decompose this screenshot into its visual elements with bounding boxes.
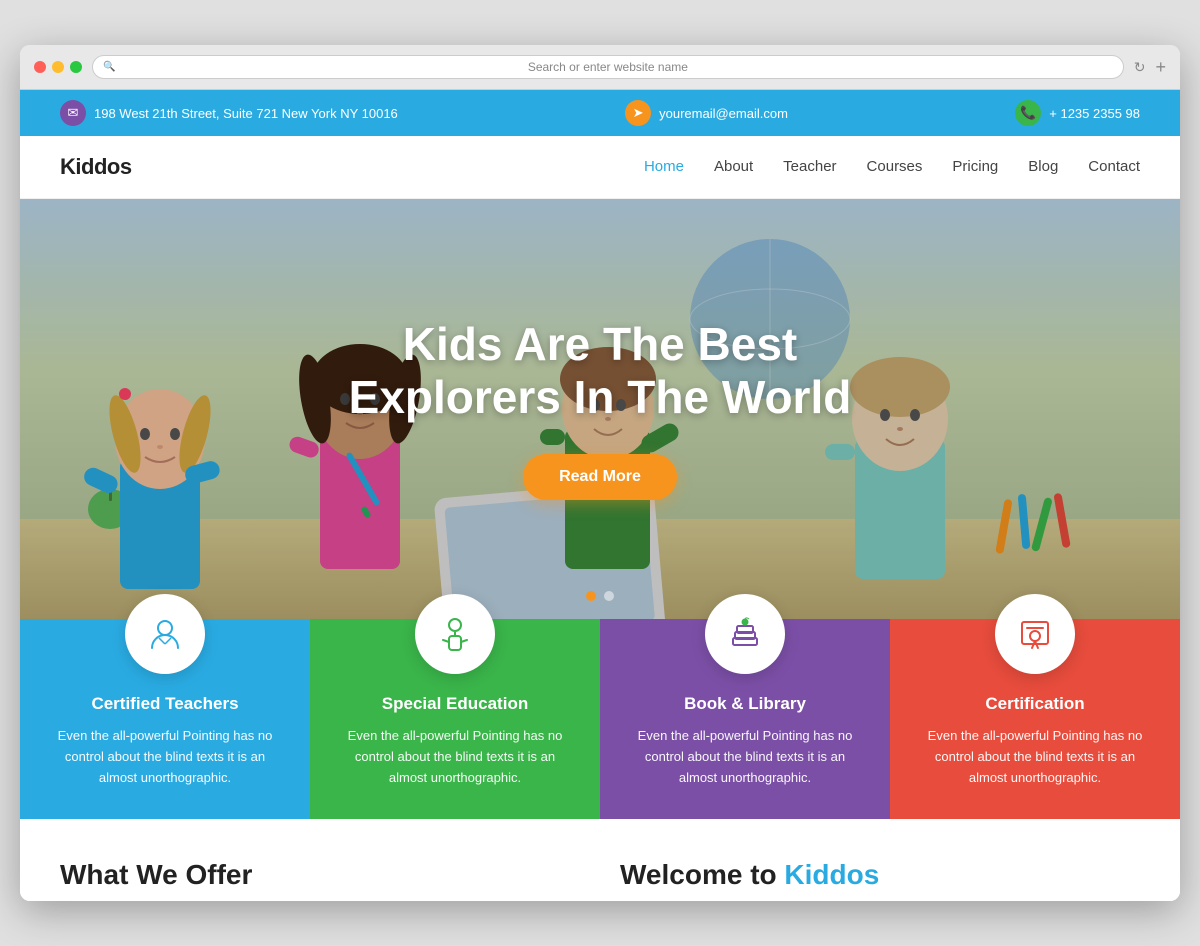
teacher-icon [145,614,185,654]
what-we-offer-heading: What We Offer [60,859,580,891]
special-education-desc: Even the all-powerful Pointing has no co… [334,726,576,788]
nav-item-courses[interactable]: Courses [867,158,923,176]
what-we-offer-section: What We Offer [60,859,580,891]
hero-content: Kids Are The Best Explorers In The World… [329,298,872,520]
topbar-email: youremail@email.com [659,106,788,121]
nav-link-teacher[interactable]: Teacher [783,158,836,175]
browser-dots [34,61,82,73]
nav-item-pricing[interactable]: Pricing [952,158,998,176]
address-bar[interactable]: Search or enter website name [92,55,1124,79]
navbar: Kiddos Home About Teacher Courses Pricin… [20,136,1180,199]
address-icon: ✉ [60,100,86,126]
topbar: ✉ 198 West 21th Street, Suite 721 New Yo… [20,90,1180,136]
certified-teachers-title: Certified Teachers [44,694,286,714]
certification-title: Certification [914,694,1156,714]
nav-link-pricing[interactable]: Pricing [952,158,998,175]
browser-titlebar: Search or enter website name ↻ + [20,45,1180,90]
close-dot[interactable] [34,61,46,73]
features-section: Certified Teachers Even the all-powerful… [20,619,1180,818]
welcome-brand: Kiddos [784,859,879,890]
welcome-section: Welcome to Kiddos [620,859,1140,891]
feature-card-book-library: Book & Library Even the all-powerful Poi… [600,619,890,818]
certified-teachers-icon-circle [125,594,205,674]
nav-link-blog[interactable]: Blog [1028,158,1058,175]
nav-link-about[interactable]: About [714,158,753,175]
certification-desc: Even the all-powerful Pointing has no co… [914,726,1156,788]
address-bar-text: Search or enter website name [528,60,688,74]
feature-card-certified-teachers: Certified Teachers Even the all-powerful… [20,619,310,818]
email-icon: ➤ [625,100,651,126]
book-library-desc: Even the all-powerful Pointing has no co… [624,726,866,788]
welcome-heading: Welcome to Kiddos [620,859,1140,891]
certification-icon-circle [995,594,1075,674]
nav-item-contact[interactable]: Contact [1088,158,1140,176]
nav-item-home[interactable]: Home [644,158,684,176]
topbar-phone-item: 📞 + 1235 2355 98 [1015,100,1140,126]
book-library-icon-circle [705,594,785,674]
hero-section: Kids Are The Best Explorers In The World… [20,199,1180,619]
topbar-phone: + 1235 2355 98 [1049,106,1140,121]
hero-dots [586,591,614,601]
maximize-dot[interactable] [70,61,82,73]
student-icon [435,614,475,654]
site-logo[interactable]: Kiddos [60,154,132,180]
nav-item-teacher[interactable]: Teacher [783,158,836,176]
nav-link-contact[interactable]: Contact [1088,158,1140,175]
special-education-icon-circle [415,594,495,674]
hero-title-line2: Explorers In The World [349,371,852,423]
phone-icon: 📞 [1015,100,1041,126]
refresh-button[interactable]: ↻ [1134,59,1146,76]
website-content: ✉ 198 West 21th Street, Suite 721 New Yo… [20,90,1180,900]
hero-title-line1: Kids Are The Best [403,318,798,370]
feature-card-certification: Certification Even the all-powerful Poin… [890,619,1180,818]
hero-dot-1[interactable] [586,591,596,601]
books-icon [725,614,765,654]
nav-links: Home About Teacher Courses Pricing Blog … [644,158,1140,176]
special-education-title: Special Education [334,694,576,714]
browser-window: Search or enter website name ↻ + ✉ 198 W… [20,45,1180,900]
hero-read-more-button[interactable]: Read More [523,454,677,500]
nav-link-home[interactable]: Home [644,158,684,175]
certificate-icon [1015,614,1055,654]
hero-dot-2[interactable] [604,591,614,601]
nav-item-blog[interactable]: Blog [1028,158,1058,176]
new-tab-button[interactable]: + [1155,57,1166,78]
nav-link-courses[interactable]: Courses [867,158,923,175]
topbar-address-item: ✉ 198 West 21th Street, Suite 721 New Yo… [60,100,398,126]
minimize-dot[interactable] [52,61,64,73]
topbar-address: 198 West 21th Street, Suite 721 New York… [94,106,398,121]
feature-card-special-education: Special Education Even the all-powerful … [310,619,600,818]
hero-title: Kids Are The Best Explorers In The World [349,318,852,424]
nav-item-about[interactable]: About [714,158,753,176]
bottom-section: What We Offer Welcome to Kiddos [20,819,1180,901]
certified-teachers-desc: Even the all-powerful Pointing has no co… [44,726,286,788]
topbar-email-item: ➤ youremail@email.com [625,100,788,126]
book-library-title: Book & Library [624,694,866,714]
